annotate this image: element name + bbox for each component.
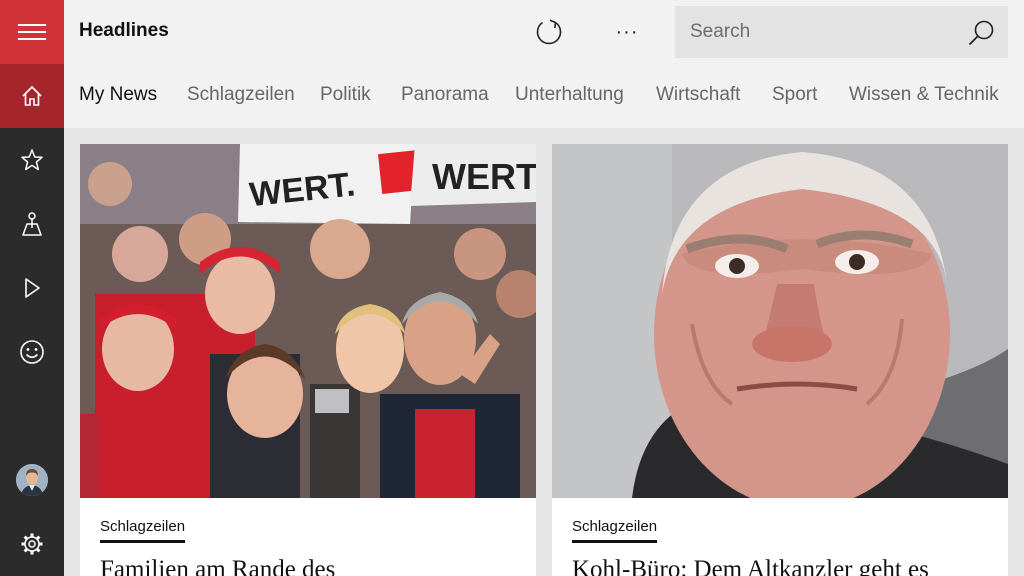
article-category: Schlagzeilen: [100, 518, 186, 543]
avatar: [16, 464, 48, 496]
article-card[interactable]: WERT. WERT. Schlagzeilen Familien am Ran…: [80, 144, 536, 576]
sidebar-item-video[interactable]: [0, 256, 64, 320]
home-icon: [22, 85, 42, 106]
sidebar-item-home[interactable]: [0, 64, 64, 128]
smiley-icon: [20, 340, 44, 364]
category-tabs: My News Schlagzeilen Politik Panorama Un…: [64, 64, 1024, 128]
article-card[interactable]: Schlagzeilen Kohl-Büro: Dem Altkanzler g…: [552, 144, 1008, 576]
tab-unterhaltung[interactable]: Unterhaltung: [515, 84, 624, 106]
news-feed: WERT. WERT. Schlagzeilen Familien am Ran…: [64, 128, 1024, 576]
article-image-protest: WERT. WERT.: [80, 144, 536, 498]
tab-wirtschaft[interactable]: Wirtschaft: [656, 84, 740, 106]
article-image-portrait: [552, 144, 1008, 498]
hamburger-menu-button[interactable]: [0, 0, 64, 64]
tab-schlagzeilen[interactable]: Schlagzeilen: [187, 84, 295, 106]
article-category: Schlagzeilen: [572, 518, 658, 543]
more-options-button[interactable]: ···: [608, 14, 646, 50]
sidebar-item-settings[interactable]: [0, 512, 64, 576]
gear-icon: [21, 533, 43, 555]
sidebar: [0, 0, 64, 576]
tab-wissen-technik[interactable]: Wissen & Technik: [849, 84, 999, 106]
svg-text:WERT.: WERT.: [432, 156, 536, 197]
search-box: [675, 6, 1008, 58]
article-headline[interactable]: Familien am Rande des: [100, 556, 530, 576]
star-icon: [21, 149, 43, 171]
hamburger-icon: [18, 24, 46, 40]
search-icon[interactable]: [967, 19, 995, 47]
refresh-icon: [536, 19, 562, 45]
tab-sport[interactable]: Sport: [772, 84, 817, 106]
refresh-button[interactable]: [530, 14, 568, 50]
top-bar: Headlines ···: [64, 0, 1024, 64]
tab-my-news[interactable]: My News: [79, 84, 157, 106]
sidebar-item-entertainment[interactable]: [0, 320, 64, 384]
search-input[interactable]: [676, 7, 956, 57]
article-headline[interactable]: Kohl-Büro: Dem Altkanzler geht es: [572, 556, 1002, 576]
page-title: Headlines: [79, 20, 169, 41]
tab-politik[interactable]: Politik: [320, 84, 371, 106]
tab-panorama[interactable]: Panorama: [401, 84, 489, 106]
sidebar-item-profile[interactable]: [0, 448, 64, 512]
sidebar-item-local[interactable]: [0, 192, 64, 256]
play-icon: [25, 278, 40, 298]
local-icon: [22, 212, 42, 236]
sidebar-item-favorites[interactable]: [0, 128, 64, 192]
